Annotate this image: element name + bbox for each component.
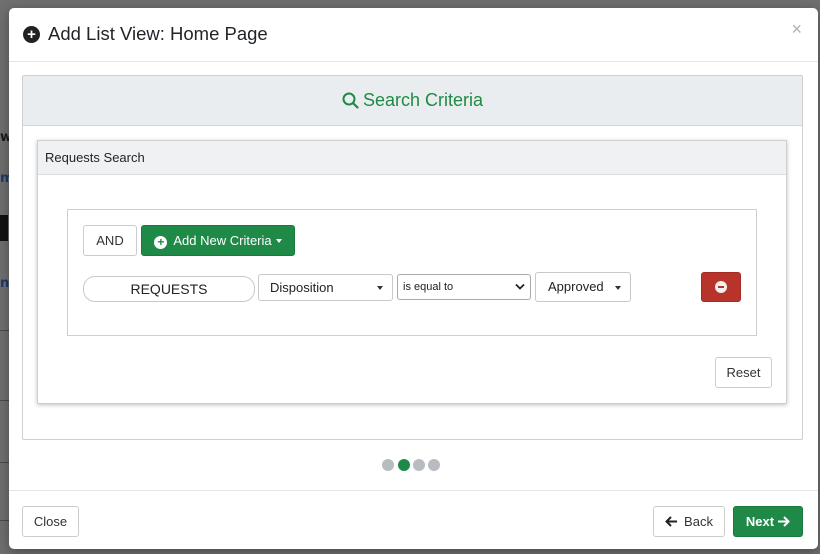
close-icon[interactable]: ×	[791, 19, 802, 40]
arrow-left-icon	[665, 516, 678, 527]
and-button[interactable]: AND	[83, 225, 137, 256]
background-page-fragment	[0, 215, 8, 241]
caret-down-icon	[615, 286, 621, 290]
back-label: Back	[684, 514, 713, 529]
next-label: Next	[745, 514, 775, 529]
modal-header: + Add List View: Home Page ×	[9, 8, 818, 62]
plus-circle-icon: +	[23, 26, 40, 43]
search-criteria-panel: Search Criteria Requests Search AND + Add…	[22, 75, 803, 440]
modal-footer: Close Back Next	[9, 490, 818, 549]
field-dropdown-value: Disposition	[270, 280, 334, 295]
background-divider	[0, 330, 9, 331]
modal-title: Add List View: Home Page	[48, 23, 268, 44]
plus-circle-icon: +	[154, 236, 168, 249]
search-criteria-title: Search Criteria	[362, 90, 484, 110]
step-dot[interactable]	[382, 459, 394, 471]
chevron-down-icon	[515, 283, 525, 290]
step-dot[interactable]	[428, 459, 440, 471]
value-dropdown[interactable]: Approved	[535, 272, 631, 302]
step-dot[interactable]	[413, 459, 425, 471]
step-dot-active[interactable]	[398, 459, 410, 471]
requests-search-header: Requests Search	[38, 141, 786, 175]
operator-select[interactable]: is equal to	[397, 274, 531, 300]
caret-down-icon	[377, 286, 383, 290]
requests-search-box: Requests Search AND + Add New Criteria RE…	[37, 140, 787, 404]
back-button[interactable]: Back	[653, 506, 725, 537]
search-icon	[342, 92, 359, 109]
criteria-rule-group: AND + Add New Criteria REQUESTS Dispositi…	[67, 209, 757, 336]
background-divider	[0, 400, 9, 401]
remove-criteria-button[interactable]	[701, 272, 741, 302]
operator-select-value: is equal to	[403, 281, 454, 293]
field-dropdown[interactable]: Disposition	[258, 274, 393, 301]
arrow-right-icon	[778, 516, 791, 527]
minus-circle-icon	[715, 281, 727, 293]
next-button[interactable]: Next	[733, 506, 803, 537]
background-divider	[0, 520, 9, 521]
background-divider	[0, 462, 9, 463]
reset-button[interactable]: Reset	[715, 357, 772, 388]
requests-search-title: Requests Search	[45, 150, 145, 165]
close-button[interactable]: Close	[22, 506, 79, 537]
add-list-view-modal: + Add List View: Home Page × Search Crit…	[9, 8, 818, 549]
add-new-criteria-label: Add New Criteria	[173, 233, 272, 248]
add-new-criteria-button[interactable]: + Add New Criteria	[141, 225, 295, 256]
caret-down-icon	[275, 239, 282, 243]
search-criteria-header: Search Criteria	[23, 76, 802, 126]
entity-pill: REQUESTS	[83, 276, 255, 302]
value-dropdown-value: Approved	[548, 279, 604, 294]
background-page-fragment: n	[0, 276, 10, 291]
